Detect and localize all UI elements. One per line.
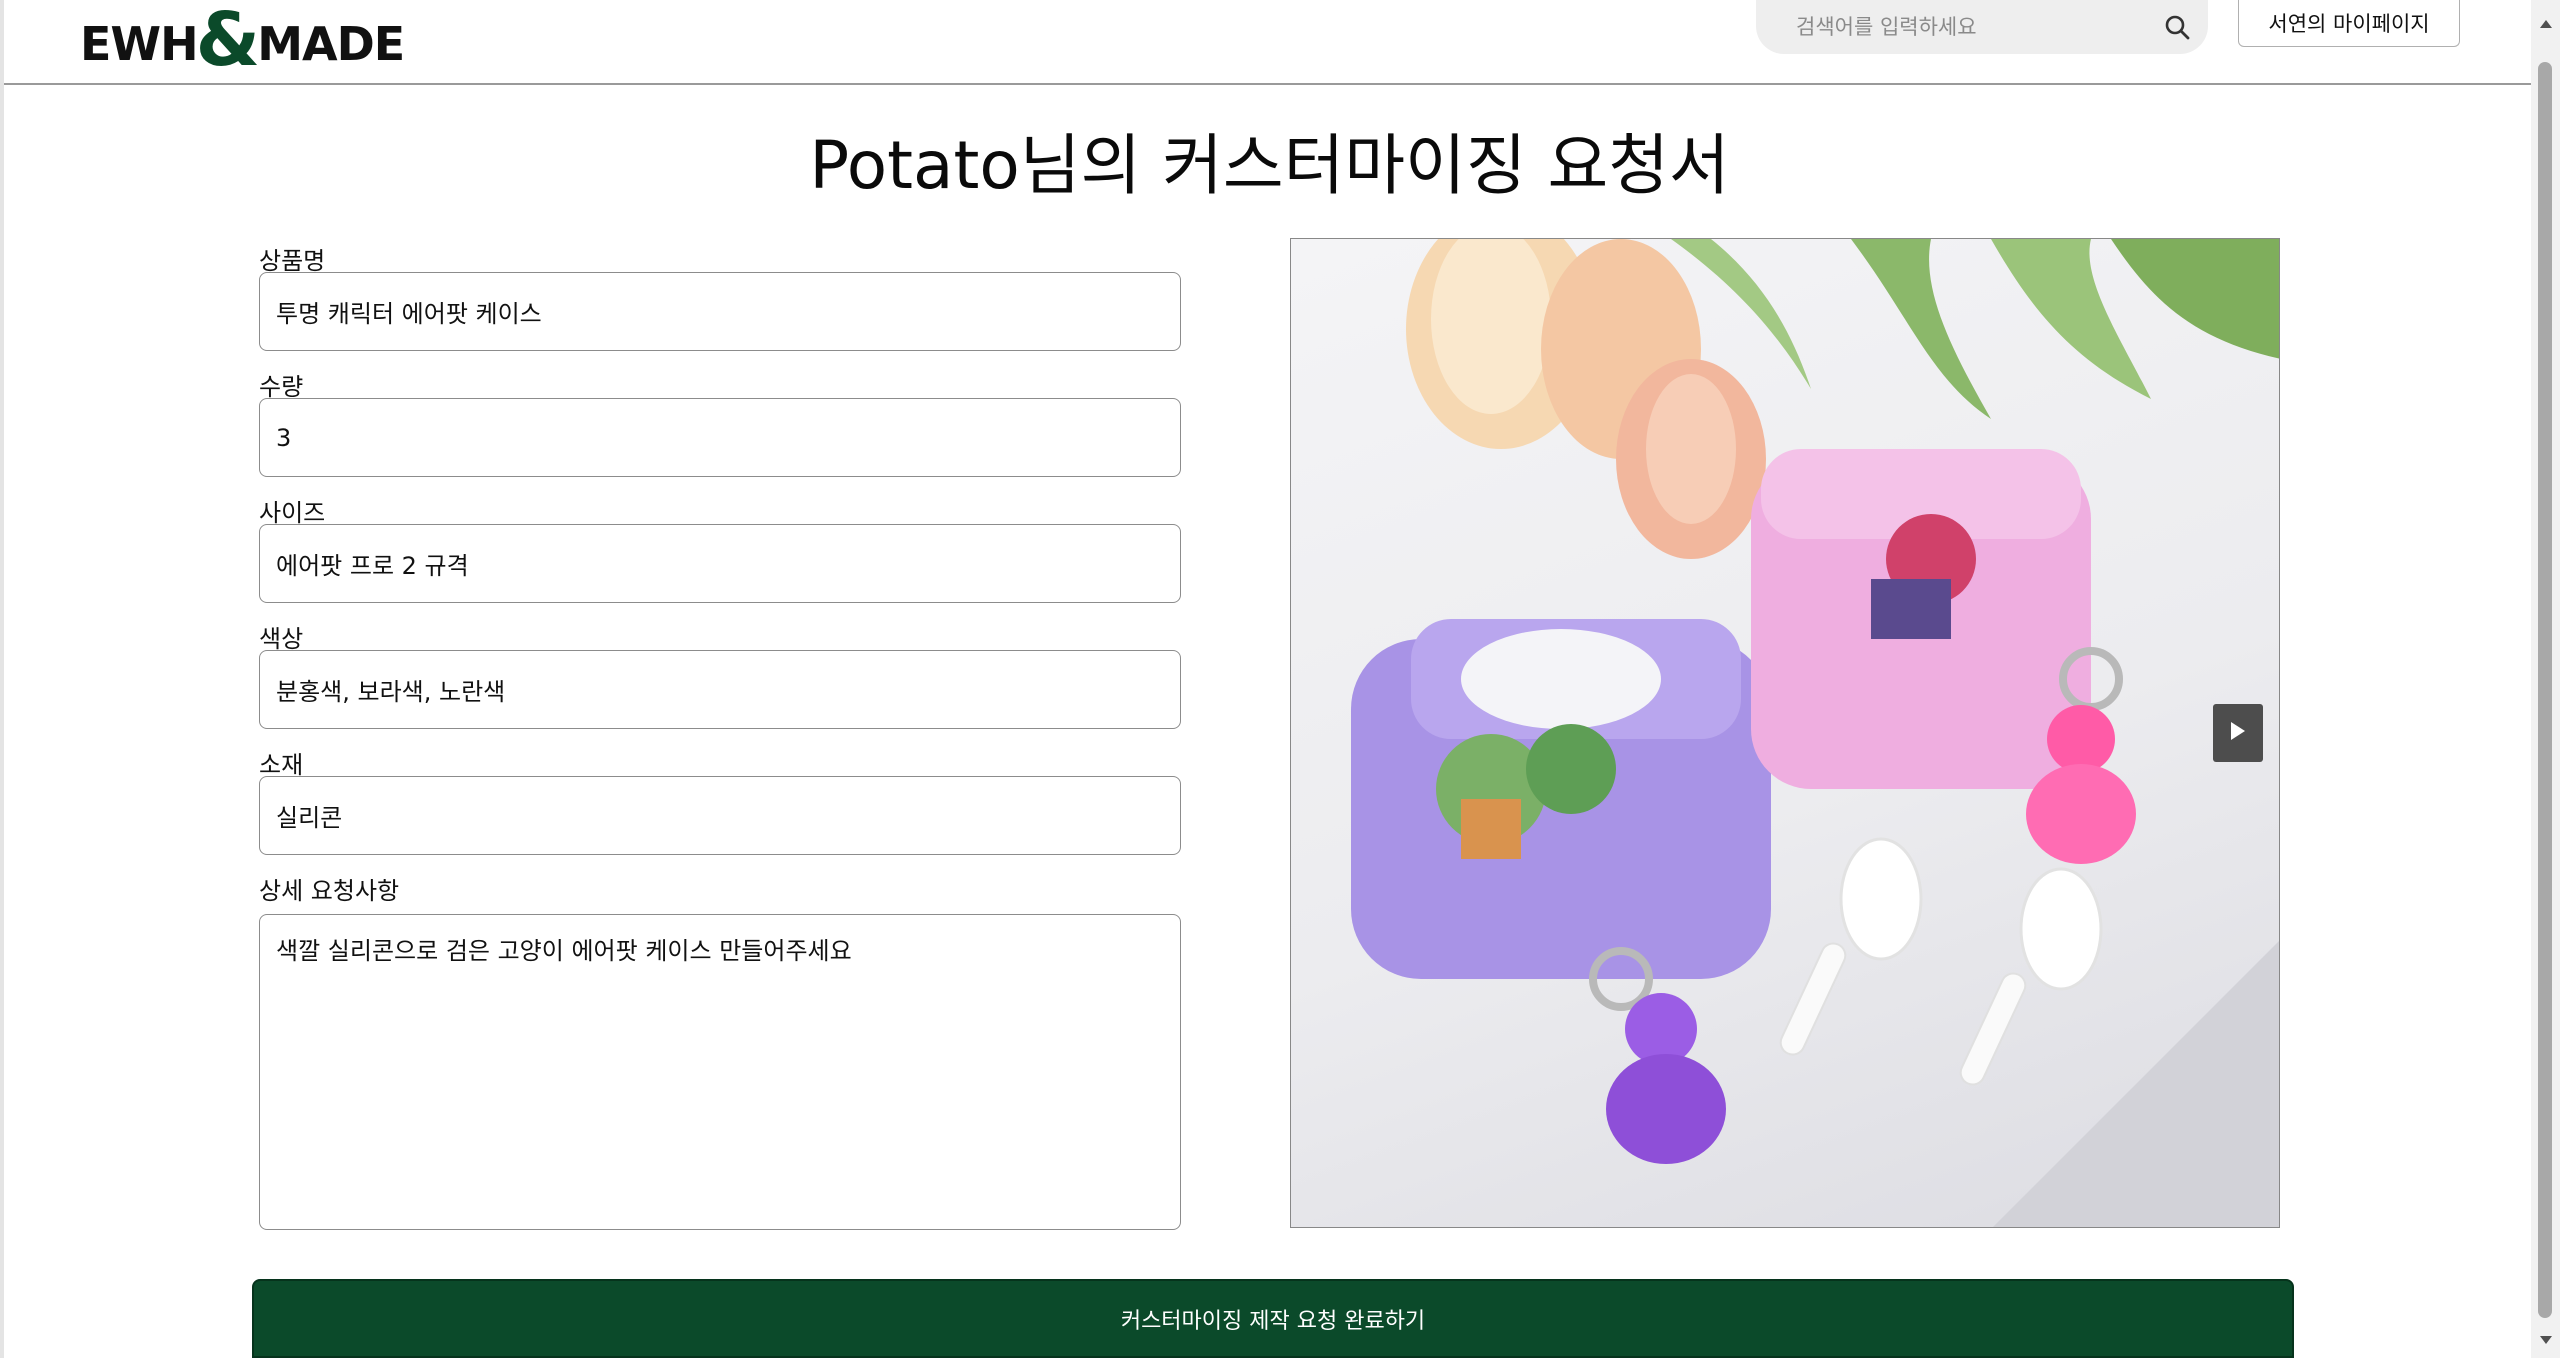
mypage-button[interactable]: 서연의 마이페이지	[2238, 0, 2460, 47]
logo-text-right: MADE	[257, 17, 405, 71]
scroll-down-arrow-icon[interactable]	[2540, 1336, 2552, 1344]
details-label: 상세 요청사항	[259, 877, 400, 905]
quantity-field[interactable]: 3	[259, 398, 1181, 477]
logo[interactable]: EWH & MADE	[80, 0, 405, 83]
details-textarea[interactable]: 색깔 실리콘으로 검은 고양이 에어팟 케이스 만들어주세요	[259, 914, 1181, 1230]
scroll-thumb[interactable]	[2538, 62, 2552, 1318]
color-field[interactable]: 분홍색, 보라색, 노란색	[259, 650, 1181, 729]
product-name-field[interactable]: 투명 캐릭터 에어팟 케이스	[259, 272, 1181, 351]
logo-text-left: EWH	[80, 17, 199, 71]
search-input[interactable]	[1796, 15, 2162, 39]
logo-ampersand: &	[195, 0, 261, 83]
page: EWH&MADE 서연의 마이페이지 Potato님의 커스터마이징 요청서 상…	[0, 0, 2560, 1358]
scroll-up-arrow-icon[interactable]	[2540, 20, 2552, 28]
product-photo-illustration	[1351, 239, 2279, 1227]
top-header: EWH&MADE 서연의 마이페이지	[4, 0, 2535, 85]
vertical-scrollbar[interactable]	[2531, 0, 2560, 1358]
material-field[interactable]: 실리콘	[259, 776, 1181, 855]
size-label: 사이즈	[259, 499, 326, 527]
page-title: Potato님의 커스터마이징 요청서	[809, 127, 1730, 204]
quantity-label: 수량	[259, 373, 304, 401]
search-bar	[1756, 0, 2208, 54]
search-icon[interactable]	[2162, 12, 2192, 42]
submit-request-button[interactable]: 커스터마이징 제작 요청 완료하기	[252, 1279, 2294, 1358]
product-name-label: 상품명	[259, 247, 326, 275]
product-image	[1290, 238, 2280, 1228]
play-next-icon	[2229, 720, 2247, 746]
image-next-button[interactable]	[2213, 704, 2263, 762]
material-label: 소재	[259, 751, 304, 779]
color-label: 색상	[259, 625, 304, 653]
size-field[interactable]: 에어팟 프로 2 규격	[259, 524, 1181, 603]
